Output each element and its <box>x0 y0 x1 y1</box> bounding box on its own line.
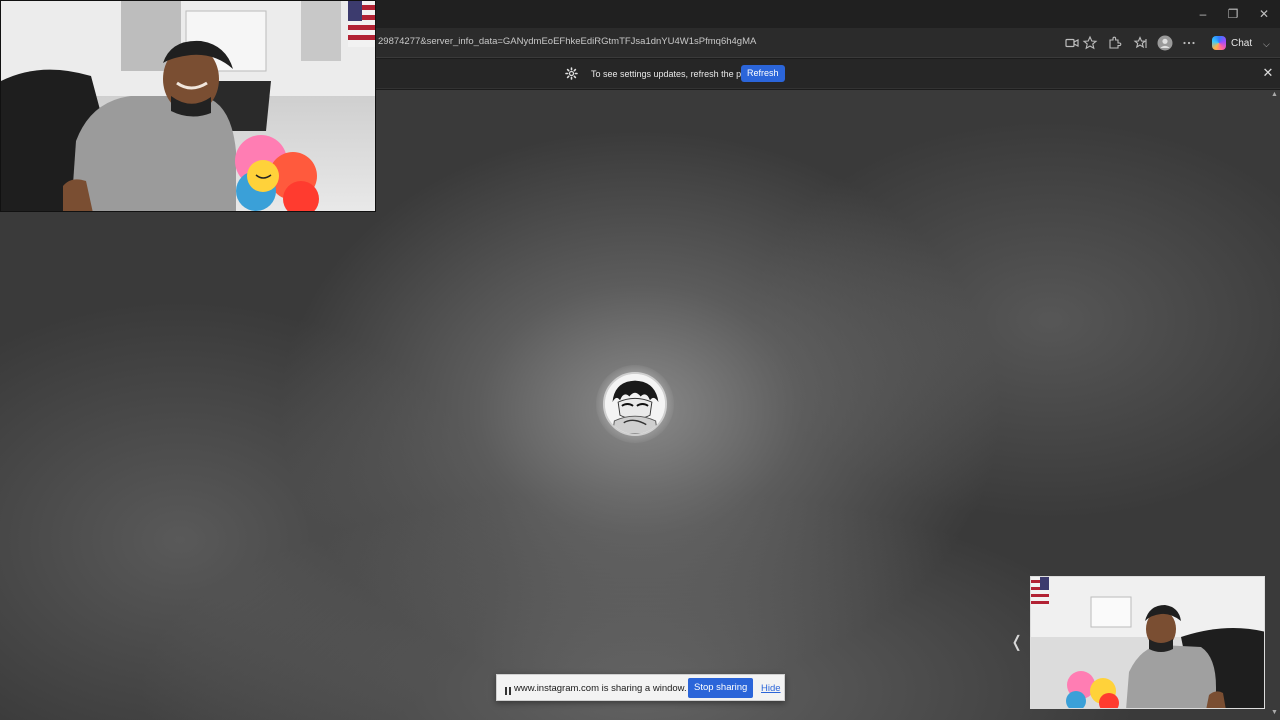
gear-icon <box>565 67 578 80</box>
anime-profile-image <box>605 374 665 434</box>
chevron-down-icon[interactable]: ⌵ <box>1263 39 1270 50</box>
maximize-button[interactable]: ❐ <box>1218 4 1248 24</box>
flag-icon <box>1031 577 1049 607</box>
screen: – ❐ ✕ 29874277&server_info_data=GANydmEo… <box>0 0 1280 720</box>
minimize-button[interactable]: – <box>1188 4 1218 24</box>
profile-icon[interactable] <box>1156 34 1174 52</box>
stop-sharing-button[interactable]: Stop sharing <box>688 678 754 698</box>
copilot-chat-button[interactable]: Chat <box>1208 33 1256 53</box>
extensions-icon[interactable] <box>1105 34 1123 52</box>
avatar[interactable] <box>603 372 667 436</box>
close-icon[interactable]: ✕ <box>1261 66 1275 80</box>
collapse-arrow[interactable]: ❬ <box>1010 632 1023 652</box>
scroll-up-arrow[interactable]: ▲ <box>1271 91 1279 99</box>
screen-sharing-bar: www.instagram.com is sharing a window. S… <box>496 674 785 701</box>
hide-link[interactable]: Hide <box>761 683 781 694</box>
copilot-icon <box>1212 36 1226 50</box>
favorites-icon[interactable] <box>1132 34 1150 52</box>
flag-icon <box>348 1 375 47</box>
info-message: To see settings updates, refresh the pag… <box>591 69 757 79</box>
close-window-button[interactable]: ✕ <box>1249 4 1279 24</box>
pause-icon <box>504 683 512 695</box>
webcam-overlay-preview <box>1030 576 1265 709</box>
webcam-overlay-main <box>0 0 376 212</box>
refresh-button[interactable]: Refresh <box>741 65 785 82</box>
camera-icon[interactable] <box>1063 34 1081 52</box>
url-field[interactable]: 29874277&server_info_data=GANydmEoEFhkeE… <box>378 36 756 47</box>
webcam-preview-scene <box>1031 577 1264 708</box>
sharing-message: www.instagram.com is sharing a window. <box>514 683 687 694</box>
chat-label: Chat <box>1231 37 1253 49</box>
webcam-scene <box>1 1 375 211</box>
star-icon[interactable] <box>1081 34 1099 52</box>
more-icon[interactable] <box>1180 34 1198 52</box>
scroll-down-arrow[interactable]: ▼ <box>1271 709 1279 717</box>
